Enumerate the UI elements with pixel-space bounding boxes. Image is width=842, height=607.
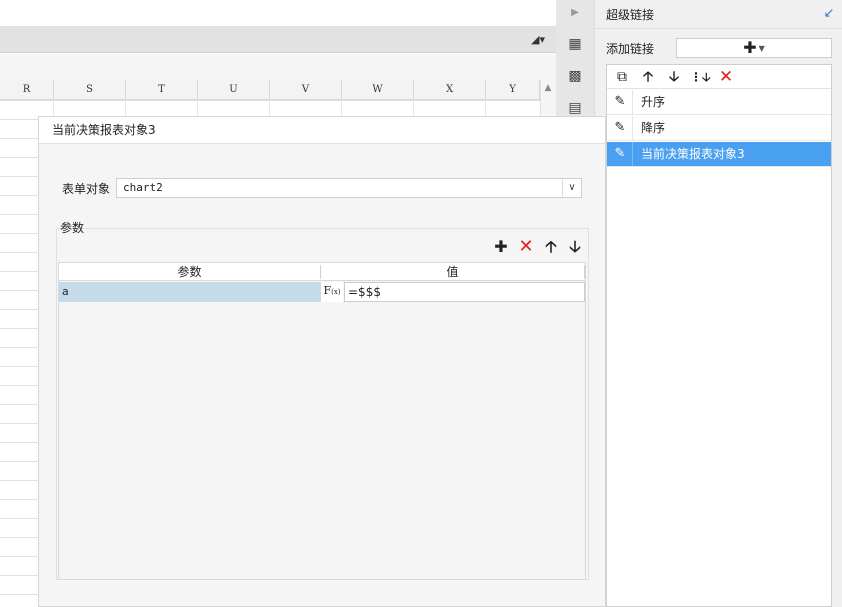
formula-icon[interactable]: F(x): [321, 282, 343, 302]
column-header[interactable]: S: [54, 80, 126, 100]
list-item-label: 降序: [641, 121, 666, 135]
form-object-select[interactable]: [116, 178, 582, 198]
panel-title: 超级链接: [606, 8, 655, 22]
column-header[interactable]: R: [0, 80, 54, 100]
move-up-icon[interactable]: 🡡: [638, 67, 658, 87]
edit-pencil-icon: ✎: [614, 94, 626, 109]
divider: [632, 142, 633, 166]
list-item[interactable]: ✎ 升序: [607, 90, 831, 115]
params-table: [58, 262, 586, 580]
cell-settings-icon[interactable]: ▩: [563, 65, 587, 87]
move-to-bottom-icon[interactable]: ⋮🡣: [690, 67, 711, 87]
move-down-icon[interactable]: 🡣: [664, 67, 684, 87]
header-divider: [584, 265, 585, 279]
column-header[interactable]: X: [414, 80, 486, 100]
divider: [632, 116, 633, 140]
formula-label: F: [323, 284, 332, 297]
param-value-header: 值: [446, 265, 459, 279]
freeze-panes-icon[interactable]: ▦: [563, 33, 587, 55]
column-header[interactable]: W: [342, 80, 414, 100]
sheet-toolbar: [0, 26, 556, 53]
add-link-label: 添加链接: [606, 42, 655, 56]
edit-pencil-icon: ✎: [614, 120, 626, 135]
column-header[interactable]: U: [198, 80, 270, 100]
delete-param-icon[interactable]: ✕: [517, 238, 535, 256]
form-object-label: 表单对象: [62, 182, 111, 196]
divider: [594, 28, 842, 29]
chevron-down-icon[interactable]: ∨: [562, 179, 581, 197]
list-item-selected[interactable]: ✎ 当前决策报表对象3: [607, 142, 831, 167]
header-divider: [320, 265, 321, 279]
add-param-icon[interactable]: ✚: [492, 238, 510, 256]
move-down-icon[interactable]: 🡣: [566, 238, 584, 256]
param-name-cell[interactable]: a: [59, 282, 321, 302]
copy-icon[interactable]: ⧉: [612, 67, 632, 87]
formula-sub: (x): [331, 288, 341, 296]
toolbar-dropdown-icon[interactable]: ◢▾: [530, 32, 546, 48]
divider: [632, 90, 633, 114]
list-item-label: 当前决策报表对象3: [641, 147, 745, 161]
move-up-icon[interactable]: 🡡: [542, 238, 560, 256]
edit-pencil-icon: ✎: [614, 146, 626, 161]
list-item[interactable]: ✎ 降序: [607, 116, 831, 141]
delete-icon[interactable]: ✕: [716, 67, 736, 87]
column-header[interactable]: Y: [486, 80, 540, 100]
collapse-arrow-icon[interactable]: ↙: [821, 5, 837, 23]
plus-icon: ✚: [743, 38, 757, 57]
expand-arrow-icon[interactable]: ▶: [563, 2, 587, 24]
scroll-up-icon[interactable]: ▲: [540, 80, 556, 96]
param-value-input[interactable]: =$$$: [344, 282, 585, 302]
sheet-top-area: [0, 0, 556, 26]
dialog-title: 当前决策报表对象3: [52, 123, 156, 137]
add-link-button[interactable]: ✚ ▼: [676, 38, 832, 58]
params-section-label: 参数: [60, 221, 85, 235]
sheet-formula-area: [0, 54, 556, 80]
list-item-label: 升序: [641, 95, 666, 109]
form-object-value: chart2: [123, 181, 163, 194]
chevron-down-icon: ▼: [758, 43, 765, 53]
column-header[interactable]: V: [270, 80, 342, 100]
column-header[interactable]: T: [126, 80, 198, 100]
column-header-row: R S T U V W X Y: [0, 80, 540, 100]
param-name-header: 参数: [177, 265, 202, 279]
